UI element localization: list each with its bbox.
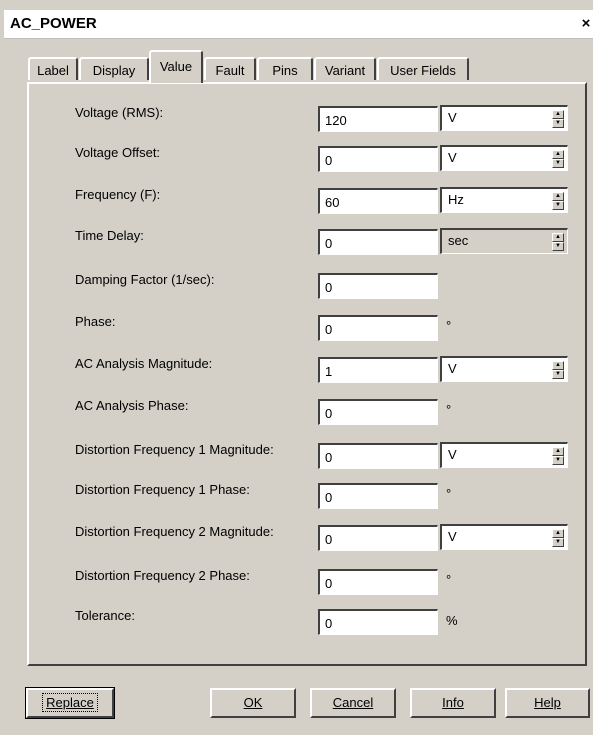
spin-down-icon[interactable]: ▼ [552,456,564,465]
spin-control[interactable]: ▲ ▼ [552,233,564,251]
damping-factor-input[interactable]: 0 [318,273,438,299]
frequency-label: Frequency (F): [75,187,161,202]
phase-label: Phase: [75,314,116,329]
info-button-label: Info [442,695,464,710]
ac-analysis-phase-input[interactable]: 0 [318,399,438,425]
tab-fault[interactable]: Fault [204,57,256,80]
voltage-rms-input[interactable]: 120 [318,106,438,132]
spin-down-icon[interactable]: ▼ [552,201,564,210]
close-icon[interactable]: × [579,16,593,32]
phase-input[interactable]: 0 [318,315,438,341]
voltage-offset-unit-select[interactable]: V ▲ ▼ [440,145,568,171]
percent-symbol: % [446,613,458,628]
spin-down-icon[interactable]: ▼ [552,159,564,168]
tab-pins[interactable]: Pins [257,57,313,80]
distortion-freq2-magnitude-input[interactable]: 0 [318,525,438,551]
distortion-freq2-phase-input[interactable]: 0 [318,569,438,595]
ac-analysis-magnitude-input[interactable]: 1 [318,357,438,383]
spin-control[interactable]: ▲ ▼ [552,150,564,168]
voltage-rms-label: Voltage (RMS): [75,105,164,120]
dialog-window: AC_POWER × Label Display Value Fault Pin… [0,0,593,735]
spin-control[interactable]: ▲ ▼ [552,447,564,465]
frequency-unit-select[interactable]: Hz ▲ ▼ [440,187,568,213]
ok-button[interactable]: OK [210,688,296,718]
distortion-freq1-phase-label: Distortion Frequency 1 Phase: [75,482,250,497]
spin-control[interactable]: ▲ ▼ [552,192,564,210]
time-delay-input[interactable]: 0 [318,229,438,255]
degree-symbol: ° [446,572,452,587]
spin-up-icon[interactable]: ▲ [552,447,564,456]
voltage-rms-unit-select[interactable]: V ▲ ▼ [440,105,568,131]
distortion-freq2-phase-label: Distortion Frequency 2 Phase: [75,568,250,583]
distortion-freq1-magnitude-unit-select[interactable]: V ▲ ▼ [440,442,568,468]
distortion-freq1-phase-input[interactable]: 0 [318,483,438,509]
replace-button[interactable]: Replace [25,687,115,719]
degree-symbol: ° [446,486,452,501]
spin-control[interactable]: ▲ ▼ [552,529,564,547]
time-delay-label: Time Delay: [75,228,144,243]
unit-value: V [448,447,457,462]
spin-control[interactable]: ▲ ▼ [552,110,564,128]
spin-up-icon[interactable]: ▲ [552,110,564,119]
ac-analysis-magnitude-unit-select[interactable]: V ▲ ▼ [440,356,568,382]
voltage-offset-label: Voltage Offset: [75,145,161,160]
spin-up-icon[interactable]: ▲ [552,361,564,370]
spin-control[interactable]: ▲ ▼ [552,361,564,379]
spin-down-icon[interactable]: ▼ [552,242,564,251]
degree-symbol: ° [446,402,452,417]
spin-up-icon[interactable]: ▲ [552,529,564,538]
tab-user-fields[interactable]: User Fields [377,57,469,80]
damping-factor-label: Damping Factor (1/sec): [75,272,215,287]
distortion-freq2-magnitude-label: Distortion Frequency 2 Magnitude: [75,524,274,539]
distortion-freq2-magnitude-unit-select[interactable]: V ▲ ▼ [440,524,568,550]
replace-button-label: Replace [46,695,94,710]
unit-value: Hz [448,192,464,207]
spin-down-icon[interactable]: ▼ [552,370,564,379]
unit-value: V [448,361,457,376]
info-button[interactable]: Info [410,688,496,718]
window-title: AC_POWER [10,15,97,32]
help-button-label: Help [534,695,561,710]
tab-value[interactable]: Value [149,50,203,83]
spin-up-icon[interactable]: ▲ [552,233,564,242]
unit-value: V [448,150,457,165]
unit-value: V [448,110,457,125]
cancel-button[interactable]: Cancel [310,688,396,718]
frequency-input[interactable]: 60 [318,188,438,214]
spin-down-icon[interactable]: ▼ [552,538,564,547]
degree-symbol: ° [446,318,452,333]
spin-up-icon[interactable]: ▲ [552,150,564,159]
title-bar: AC_POWER × [4,10,593,39]
tab-display[interactable]: Display [79,57,149,80]
spin-up-icon[interactable]: ▲ [552,192,564,201]
tolerance-input[interactable]: 0 [318,609,438,635]
help-button[interactable]: Help [505,688,590,718]
distortion-freq1-magnitude-label: Distortion Frequency 1 Magnitude: [75,442,274,457]
unit-value: V [448,529,457,544]
tab-label[interactable]: Label [28,57,78,80]
ok-button-label: OK [243,695,263,710]
tolerance-label: Tolerance: [75,608,135,623]
ac-analysis-phase-label: AC Analysis Phase: [75,398,189,413]
cancel-button-label: Cancel [332,695,374,710]
time-delay-unit-select[interactable]: sec ▲ ▼ [440,228,568,254]
unit-value: sec [448,233,469,248]
distortion-freq1-magnitude-input[interactable]: 0 [318,443,438,469]
voltage-offset-input[interactable]: 0 [318,146,438,172]
tab-variant[interactable]: Variant [314,57,376,80]
spin-down-icon[interactable]: ▼ [552,119,564,128]
ac-analysis-magnitude-label: AC Analysis Magnitude: [75,356,213,371]
